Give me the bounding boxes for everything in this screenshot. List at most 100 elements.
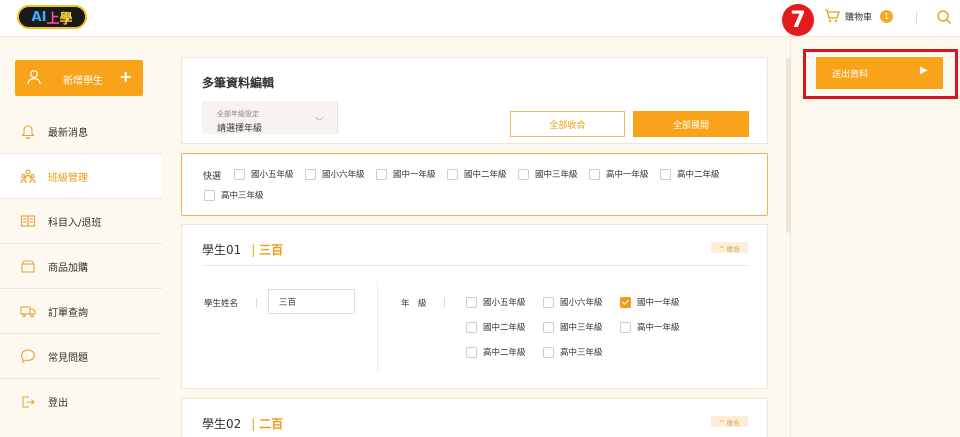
add-student-button[interactable]: 新增學生 + xyxy=(15,60,143,96)
quick-option[interactable]: 國中二年級 xyxy=(447,168,507,180)
checkbox[interactable] xyxy=(305,168,316,180)
chevron-down-icon: ﹀ xyxy=(315,118,325,128)
main-content: 多筆資料編輯 全部年級設定 請選擇年級 ﹀ 全部收合 全部展開 快選 國小五年級… xyxy=(181,57,768,437)
chat-bubble-icon xyxy=(20,349,36,364)
grade-option[interactable]: 高中三年級 xyxy=(543,346,603,358)
logo-text-xue: 學 xyxy=(59,11,73,27)
user-icon xyxy=(27,70,41,85)
student-name-label: 學生姓名 xyxy=(204,299,239,309)
chevron-right-icon: ▶ xyxy=(920,65,928,76)
grade-option[interactable]: 國中二年級 xyxy=(466,321,526,333)
grade-option-label: 國中一年級 xyxy=(637,298,680,308)
sidebar-item-subject-enroll[interactable]: 科目入/退班 xyxy=(0,199,162,244)
grade-option-label: 高中一年級 xyxy=(637,323,680,333)
quick-option-label: 國中三年級 xyxy=(535,170,578,180)
checkbox[interactable] xyxy=(447,168,458,180)
checkbox[interactable] xyxy=(543,296,554,308)
quick-option[interactable]: 國小六年級 xyxy=(305,168,365,180)
quick-option-label: 國小五年級 xyxy=(251,170,294,180)
quick-option-label: 國中二年級 xyxy=(464,170,507,180)
quick-option-label: 國小六年級 xyxy=(322,170,365,180)
student-heading: 學生01 | 三百 xyxy=(202,241,283,258)
batch-edit-card: 多筆資料編輯 全部年級設定 請選擇年級 ﹀ 全部收合 全部展開 xyxy=(181,57,768,144)
sidebar-item-faq[interactable]: 常見問題 xyxy=(0,334,162,379)
top-header: AI 上學 7 購物車 1 xyxy=(0,0,960,37)
quick-option[interactable]: 國中三年級 xyxy=(518,168,578,180)
student-card: 學生02 | 二百 ^ 收合 xyxy=(181,398,768,437)
grade-option[interactable]: 國小五年級 xyxy=(466,296,526,308)
checkbox[interactable] xyxy=(518,168,529,180)
checkbox[interactable] xyxy=(660,168,671,180)
quick-option[interactable]: 國小五年級 xyxy=(234,168,294,180)
grade-option[interactable]: 高中二年級 xyxy=(466,346,526,358)
sidebar-item-class-management[interactable]: 班級管理 xyxy=(0,154,162,199)
checkbox[interactable] xyxy=(234,168,245,180)
cart-label: 購物車 xyxy=(845,12,873,23)
grade-option-label: 國小五年級 xyxy=(483,298,526,308)
sidebar-item-label: 商品加購 xyxy=(48,262,88,274)
quick-option-label: 高中二年級 xyxy=(677,170,720,180)
class-management-icon xyxy=(20,169,36,184)
student-name: 三百 xyxy=(259,243,284,257)
quick-option[interactable]: 國中一年級 xyxy=(376,168,436,180)
grade-option[interactable]: 國中三年級 xyxy=(543,321,603,333)
add-student-label: 新增學生 xyxy=(63,76,103,87)
sidebar-item-label: 訂單查詢 xyxy=(48,307,88,319)
cart-link[interactable]: 購物車 1 xyxy=(824,9,894,23)
grade-option[interactable]: 國小六年級 xyxy=(543,296,603,308)
quick-option[interactable]: 高中二年級 xyxy=(660,168,720,180)
all-grade-select[interactable]: 全部年級設定 請選擇年級 ﹀ xyxy=(202,101,338,134)
site-logo[interactable]: AI 上學 xyxy=(17,5,87,29)
divider xyxy=(377,282,378,372)
checkbox[interactable] xyxy=(376,168,387,180)
collapse-all-button[interactable]: 全部收合 xyxy=(510,111,625,137)
checkbox[interactable] xyxy=(543,321,554,333)
logout-icon xyxy=(22,395,35,408)
sidebar-item-logout[interactable]: 登出 xyxy=(0,379,162,424)
heading-separator: | xyxy=(251,417,256,431)
quick-select-label: 快選 xyxy=(203,172,222,182)
header-divider xyxy=(916,11,917,25)
divider xyxy=(202,265,748,266)
student-name-input[interactable]: 三百 xyxy=(268,289,355,314)
checkbox[interactable] xyxy=(543,346,554,358)
submit-data-label: 送出資料 xyxy=(832,70,869,80)
checkbox[interactable] xyxy=(589,168,600,180)
grade-option-label: 國中二年級 xyxy=(483,323,526,333)
search-icon[interactable] xyxy=(936,9,952,25)
checkbox-checked[interactable] xyxy=(620,296,631,308)
sidebar: 新增學生 + 最新消息 班級管理 科目入/退班 商品加購 訂單查詢 常見問題 登… xyxy=(0,38,162,437)
logo-text-shang: 上 xyxy=(46,11,60,27)
grade-option[interactable]: 國中一年級 xyxy=(620,296,680,308)
collapse-toggle-button[interactable]: ^ 收合 xyxy=(711,416,748,427)
grade-option[interactable]: 高中一年級 xyxy=(620,321,680,333)
expand-all-button[interactable]: 全部展開 xyxy=(633,111,749,137)
checkbox[interactable] xyxy=(466,321,477,333)
scrollbar[interactable] xyxy=(786,58,791,233)
sidebar-item-shop[interactable]: 商品加購 xyxy=(0,244,162,289)
plus-icon: + xyxy=(119,67,133,86)
quick-option[interactable]: 高中一年級 xyxy=(589,168,649,180)
sidebar-item-label: 科目入/退班 xyxy=(48,217,102,229)
checkbox[interactable] xyxy=(204,189,215,201)
sidebar-item-label: 最新消息 xyxy=(48,127,88,139)
collapse-toggle-button[interactable]: ^ 收合 xyxy=(711,242,748,253)
quick-option-label: 國中一年級 xyxy=(393,170,436,180)
checkbox[interactable] xyxy=(466,296,477,308)
sidebar-item-orders[interactable]: 訂單查詢 xyxy=(0,289,162,334)
checkbox[interactable] xyxy=(620,321,631,333)
sidebar-item-news[interactable]: 最新消息 xyxy=(0,109,162,154)
student-id-label: 學生02 xyxy=(202,417,242,431)
student-card: 學生01 | 三百 ^ 收合 學生姓名 三百 年 級 國小五年級 國小六年級 國中… xyxy=(181,224,768,389)
all-grade-select-label: 全部年級設定 xyxy=(217,110,259,118)
student-id-label: 學生01 xyxy=(202,243,242,257)
step-number-badge: 7 xyxy=(782,4,814,36)
quick-option-label: 高中三年級 xyxy=(221,191,264,201)
grade-option-label: 高中三年級 xyxy=(560,348,603,358)
quick-option[interactable]: 高中三年級 xyxy=(204,189,264,201)
quick-select-box: 快選 國小五年級 國小六年級 國中一年級 國中二年級 國中三年級 高中一年級 高… xyxy=(181,153,768,216)
submit-data-button[interactable]: 送出資料 ▶ xyxy=(816,57,943,89)
divider xyxy=(444,298,445,308)
logo-text-ai: AI xyxy=(31,9,47,25)
checkbox[interactable] xyxy=(466,346,477,358)
